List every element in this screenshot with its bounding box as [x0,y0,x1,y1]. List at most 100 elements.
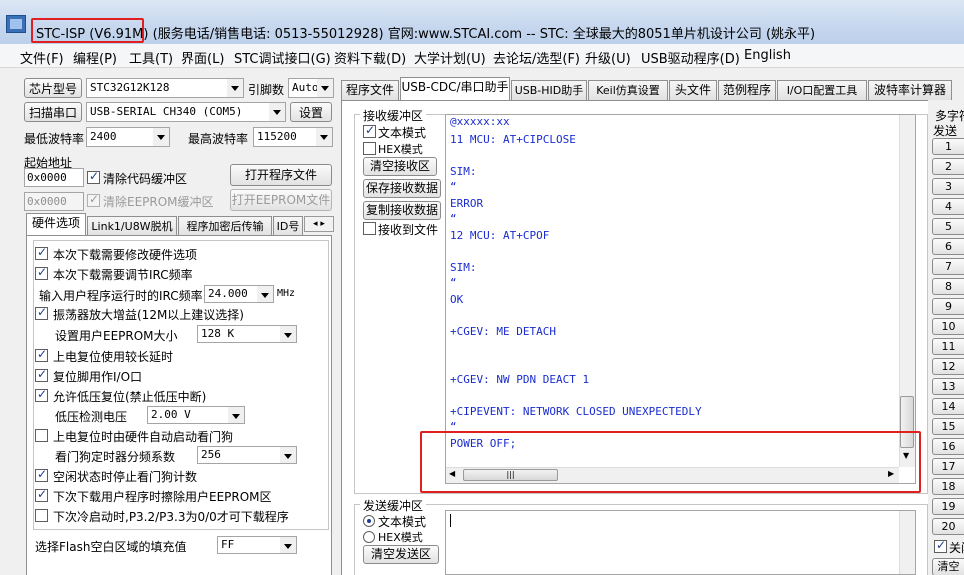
eeprom-size-select[interactable]: 128 K [197,325,297,343]
serial-port-select[interactable]: USB-SERIAL CH340 (COM5) [86,102,286,122]
receive-textarea[interactable] [445,114,916,484]
menu-university[interactable]: 大学计划(U) [414,48,486,67]
hardware-options-panel: 本次下载需要修改硬件选项 本次下载需要调节IRC频率 输入用户程序运行时的IRC… [26,235,332,575]
option-osc-gain-checkbox[interactable] [35,305,48,320]
watchdog-divider-select[interactable]: 256 [197,446,297,464]
save-receive-button[interactable]: 保存接收数据 [363,179,441,198]
multi-send-button-15[interactable]: 15 [932,418,964,435]
option-adjust-irc-checkbox[interactable] [35,265,48,280]
clear-code-checkbox[interactable] [87,169,100,184]
start-address-input[interactable]: 0x0000 [24,168,84,187]
clear-send-button[interactable]: 清空发送区 [363,545,439,564]
multi-send-button-6[interactable]: 6 [932,238,964,255]
multi-send-button-17[interactable]: 17 [932,458,964,475]
multi-send-button-2[interactable]: 2 [932,158,964,175]
menu-program[interactable]: 编程(P) [73,48,117,67]
min-baud-select[interactable]: 2400 [86,127,170,147]
recv-text-mode-checkbox[interactable] [363,123,376,138]
open-program-file-button[interactable]: 打开程序文件 [230,164,332,186]
tab-hardware-options[interactable]: 硬件选项 [26,213,86,236]
multi-send-button-7[interactable]: 7 [932,258,964,275]
receive-group-label: 接收缓冲区 [360,107,427,124]
send-textarea[interactable] [445,510,916,575]
clear-receive-button[interactable]: 清空接收区 [363,157,437,176]
multi-send-button-9[interactable]: 9 [932,298,964,315]
menu-bar: 文件(F) 编程(P) 工具(T) 界面(L) STC调试接口(G) 资料下载(… [0,44,964,68]
option-erase-eeprom-checkbox[interactable] [35,487,48,502]
option-p32-p33-download-checkbox[interactable] [35,509,48,522]
menu-interface[interactable]: 界面(L) [181,48,224,67]
tab-encrypted-transfer[interactable]: 程序加密后传输 [178,216,272,236]
multi-send-button-11[interactable]: 11 [932,338,964,355]
multi-send-button-3[interactable]: 3 [932,178,964,195]
send-hex-mode-radio[interactable] [363,531,375,543]
menu-english[interactable]: English [744,48,791,63]
menu-debug[interactable]: STC调试接口(G) [234,48,331,67]
multi-send-button-16[interactable]: 16 [932,438,964,455]
recv-line: 11 MCU: AT+CIPCLOSE [450,133,576,146]
tab-id-number[interactable]: ID号 [273,216,303,236]
tab-scroll-arrows[interactable]: ◂ ▸ [304,216,334,232]
tab-usb-cdc-serial[interactable]: USB-CDC/串口助手 [400,77,510,100]
title-rest: 服务电话/销售电话: 0513-55012928) 官网:www.STCAI.c… [157,27,816,42]
multi-send-button-13[interactable]: 13 [932,378,964,395]
flash-fill-label: 选择Flash空白区域的填充值 [35,540,187,554]
menu-upgrade[interactable]: 升级(U) [585,48,631,67]
menu-downloads[interactable]: 资料下载(D) [334,48,406,67]
send-text-mode-radio[interactable] [363,515,375,527]
option-auto-watchdog-checkbox[interactable] [35,429,48,442]
option-reset-as-io-checkbox[interactable] [35,367,48,382]
multi-send-button-18[interactable]: 18 [932,478,964,495]
pin-count-select[interactable]: Auto [288,78,334,98]
irc-frequency-label: 输入用户程序运行时的IRC频率 [39,289,203,303]
max-baud-select[interactable]: 115200 [253,127,333,147]
multi-clear-button[interactable]: 清空 [932,558,964,575]
tab-usb-hid[interactable]: USB-HID助手 [511,80,587,100]
recv-line: SIM: [450,165,477,178]
chip-model-button[interactable]: 芯片型号 [24,78,82,98]
send-vertical-scrollbar[interactable] [899,511,915,574]
multi-send-button-8[interactable]: 8 [932,278,964,295]
tab-keil-sim[interactable]: Keil仿真设置 [588,80,668,100]
flash-fill-select[interactable]: FF [217,536,297,554]
scan-port-button[interactable]: 扫描串口 [24,102,82,122]
multi-send-button-12[interactable]: 12 [932,358,964,375]
option-idle-stop-watchdog-checkbox[interactable] [35,467,48,482]
recv-to-file-checkbox[interactable] [363,222,376,235]
send-text-mode-label: 文本模式 [378,515,427,529]
multi-send-button-20[interactable]: 20 [932,518,964,535]
multi-send-button-19[interactable]: 19 [932,498,964,515]
tab-program-file[interactable]: 程序文件 [341,80,399,100]
multi-send-button-5[interactable]: 5 [932,218,964,235]
tab-header-file[interactable]: 头文件 [669,80,717,100]
open-eeprom-file-button: 打开EEPROM文件 [230,189,332,211]
recv-text-mode-label: 文本模式 [378,126,427,140]
multi-send-button-14[interactable]: 14 [932,398,964,415]
recv-hex-mode-checkbox[interactable] [363,142,376,155]
menu-tools[interactable]: 工具(T) [129,48,173,67]
recv-line: “ [450,180,457,193]
multi-send-button-4[interactable]: 4 [932,198,964,215]
recv-to-file-label: 接收到文件 [378,223,439,237]
recv-line: OK [450,293,464,306]
option-long-reset-delay-checkbox[interactable] [35,347,48,362]
menu-forum[interactable]: 去论坛/选型(F) [493,48,580,67]
multi-send-button-1[interactable]: 1 [932,138,964,155]
option-low-voltage-reset-checkbox[interactable] [35,387,48,402]
irc-frequency-select[interactable]: 24.000 [204,285,274,303]
multi-send-button-10[interactable]: 10 [932,318,964,335]
tab-baud-calc[interactable]: 波特率计算器 [868,80,952,100]
option-modify-hardware-checkbox[interactable] [35,245,48,260]
title-bar: STC-ISP (V6.91M) (服务电话/销售电话: 0513-550129… [0,0,964,44]
menu-file[interactable]: 文件(F) [20,48,64,67]
copy-receive-button[interactable]: 复制接收数据 [363,201,441,220]
lvd-select[interactable]: 2.00 V [147,406,245,424]
port-settings-button[interactable]: 设置 [290,102,332,122]
tab-io-config[interactable]: I/O口配置工具 [777,80,867,100]
tab-examples[interactable]: 范例程序 [718,80,776,100]
window-title: STC-ISP (V6.91M) (服务电话/销售电话: 0513-550129… [36,27,816,42]
menu-usb-driver[interactable]: USB驱动程序(D) [641,48,740,67]
chip-model-select[interactable]: STC32G12K128 [86,78,244,98]
multi-close-checkbox[interactable] [934,538,947,553]
tab-link1-offline[interactable]: Link1/U8W脱机 [87,216,177,236]
